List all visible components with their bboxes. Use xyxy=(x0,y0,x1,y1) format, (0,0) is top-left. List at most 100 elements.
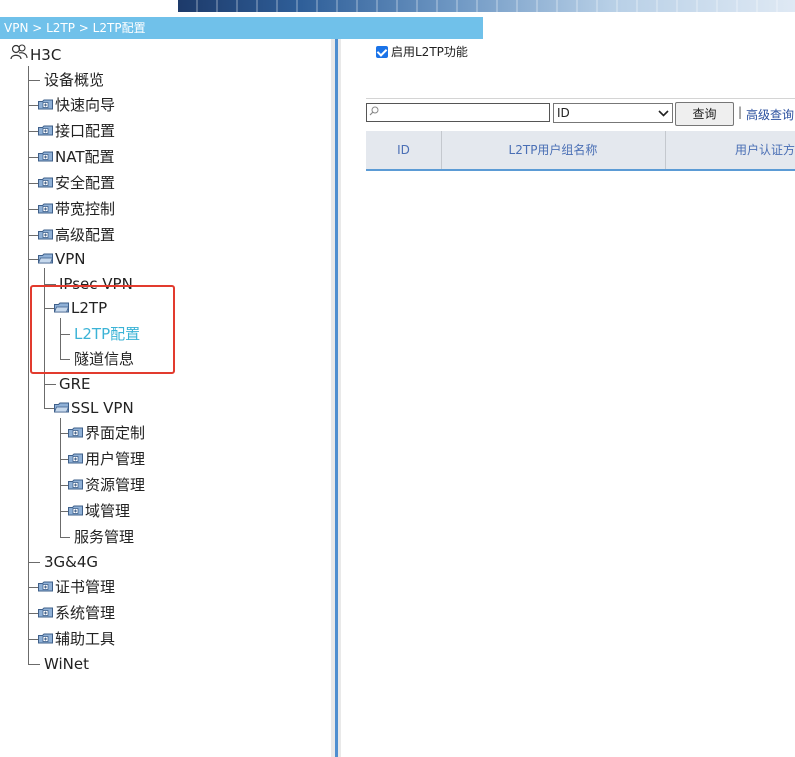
tree-line xyxy=(28,259,38,260)
column-header-user-auth[interactable]: 用户认证方 xyxy=(665,131,795,169)
folder-plus-icon xyxy=(38,581,53,592)
folder-plus-icon xyxy=(68,427,83,438)
folder-plus-icon xyxy=(68,479,83,490)
link-separator: | xyxy=(738,105,743,119)
tree-item-label: GRE xyxy=(59,375,91,393)
tree-item-label: 设备概览 xyxy=(44,71,105,89)
folder-plus-icon xyxy=(38,99,53,110)
tree-line xyxy=(28,105,38,106)
tree-item-system-management[interactable]: 系统管理 xyxy=(38,603,115,623)
tree-item-ssl-vpn[interactable]: SSL VPN xyxy=(54,398,134,418)
tree-line xyxy=(28,235,38,236)
search-field-select[interactable]: ID xyxy=(553,103,673,123)
tree-line xyxy=(28,183,38,184)
tree-item-3g4g[interactable]: 3G&4G xyxy=(44,552,98,572)
breadcrumb: VPN > L2TP > L2TP配置 xyxy=(0,17,483,39)
breadcrumb-spacer xyxy=(483,17,795,39)
search-icon xyxy=(369,106,379,119)
tree-item-label: 证书管理 xyxy=(55,578,116,596)
column-header-l2tp-group-name[interactable]: L2TP用户组名称 xyxy=(441,131,665,169)
tree-item-service-management[interactable]: 服务管理 xyxy=(74,527,134,547)
users-icon xyxy=(10,44,30,65)
tree-item-resource-management[interactable]: 资源管理 xyxy=(68,475,145,495)
tree-item-label: 界面定制 xyxy=(85,424,146,442)
tree-item-vpn[interactable]: VPN xyxy=(38,249,86,269)
folder-plus-icon xyxy=(38,177,53,188)
tree-item-ui-customize[interactable]: 界面定制 xyxy=(68,423,145,443)
tree-line xyxy=(28,157,38,158)
banner-image xyxy=(178,0,795,12)
tree-line xyxy=(44,384,56,385)
tree-item-bandwidth-control[interactable]: 带宽控制 xyxy=(38,199,115,219)
folder-plus-icon xyxy=(38,633,53,644)
tree-line xyxy=(28,80,40,81)
tree-line xyxy=(28,562,40,563)
folder-plus-icon xyxy=(38,607,53,618)
tree-item-label: 服务管理 xyxy=(74,528,135,546)
tree-item-label: NAT配置 xyxy=(55,148,115,166)
tree-item-label: 高级配置 xyxy=(55,226,116,244)
tree-item-advanced-config[interactable]: 高级配置 xyxy=(38,225,115,245)
tree-item-label: VPN xyxy=(55,250,86,268)
tree-item-label: SSL VPN xyxy=(71,399,134,417)
tree-item-quick-wizard[interactable]: 快速向导 xyxy=(38,95,115,115)
folder-plus-icon xyxy=(38,125,53,136)
query-button[interactable]: 查询 xyxy=(675,102,734,126)
tree-line xyxy=(60,459,68,460)
table-header: ID L2TP用户组名称 用户认证方 xyxy=(366,131,795,171)
tree-root-label: H3C xyxy=(30,46,62,64)
folder-open-icon xyxy=(54,402,69,413)
tree-item-user-management[interactable]: 用户管理 xyxy=(68,449,145,469)
tree-item-label: 资源管理 xyxy=(85,476,146,494)
top-banner xyxy=(0,0,795,12)
tree-item-gre[interactable]: GRE xyxy=(59,374,91,394)
tree-item-auxiliary-tools[interactable]: 辅助工具 xyxy=(38,629,115,649)
tree-line xyxy=(28,639,38,640)
folder-plus-icon xyxy=(68,453,83,464)
tree-item-device-overview[interactable]: 设备概览 xyxy=(44,70,104,90)
chevron-down-icon xyxy=(658,105,669,127)
enable-l2tp-checkbox[interactable]: 启用L2TP功能 xyxy=(376,44,468,60)
tree-line xyxy=(28,664,40,665)
select-value: ID xyxy=(557,106,570,120)
tree-line xyxy=(60,511,68,512)
tree-item-label: 安全配置 xyxy=(55,174,116,192)
tree-line xyxy=(60,433,68,434)
tree-line xyxy=(60,418,61,537)
checkbox-checked-icon[interactable] xyxy=(376,46,388,58)
folder-plus-icon xyxy=(38,229,53,240)
tree-item-label: 带宽控制 xyxy=(55,200,116,218)
tree-line xyxy=(28,613,38,614)
tree-line xyxy=(28,587,38,588)
folder-open-icon xyxy=(38,253,53,264)
folder-plus-icon xyxy=(38,151,53,162)
tree-item-security-config[interactable]: 安全配置 xyxy=(38,173,115,193)
tree-item-label: 接口配置 xyxy=(55,122,116,140)
tree-item-certificate-management[interactable]: 证书管理 xyxy=(38,577,115,597)
tree-line xyxy=(60,485,68,486)
enable-l2tp-label: 启用L2TP功能 xyxy=(391,45,468,59)
divider xyxy=(366,98,795,99)
tree-line xyxy=(60,537,70,538)
tree-item-winet[interactable]: WiNet xyxy=(44,654,89,674)
tree-line xyxy=(28,209,38,210)
sidebar-splitter[interactable] xyxy=(331,39,341,757)
search-input[interactable] xyxy=(366,103,550,122)
tree-item-label: 用户管理 xyxy=(85,450,146,468)
tree-item-label: WiNet xyxy=(44,655,89,673)
tree-item-label: 域管理 xyxy=(85,502,131,520)
folder-plus-icon xyxy=(38,203,53,214)
tree-root[interactable]: H3C xyxy=(10,44,61,65)
tree-item-label: 系统管理 xyxy=(55,604,116,622)
tree-item-domain-management[interactable]: 域管理 xyxy=(68,501,130,521)
tree-item-nat-config[interactable]: NAT配置 xyxy=(38,147,114,167)
tree-line xyxy=(28,131,38,132)
column-header-id[interactable]: ID xyxy=(366,131,441,169)
highlight-box xyxy=(30,285,175,374)
tree-item-label: 辅助工具 xyxy=(55,630,116,648)
advanced-query-link[interactable]: 高级查询 xyxy=(746,106,794,123)
tree-item-label: 3G&4G xyxy=(44,553,99,571)
tree-item-interface-config[interactable]: 接口配置 xyxy=(38,121,115,141)
tree-line xyxy=(44,408,54,409)
tree-line xyxy=(28,66,29,664)
